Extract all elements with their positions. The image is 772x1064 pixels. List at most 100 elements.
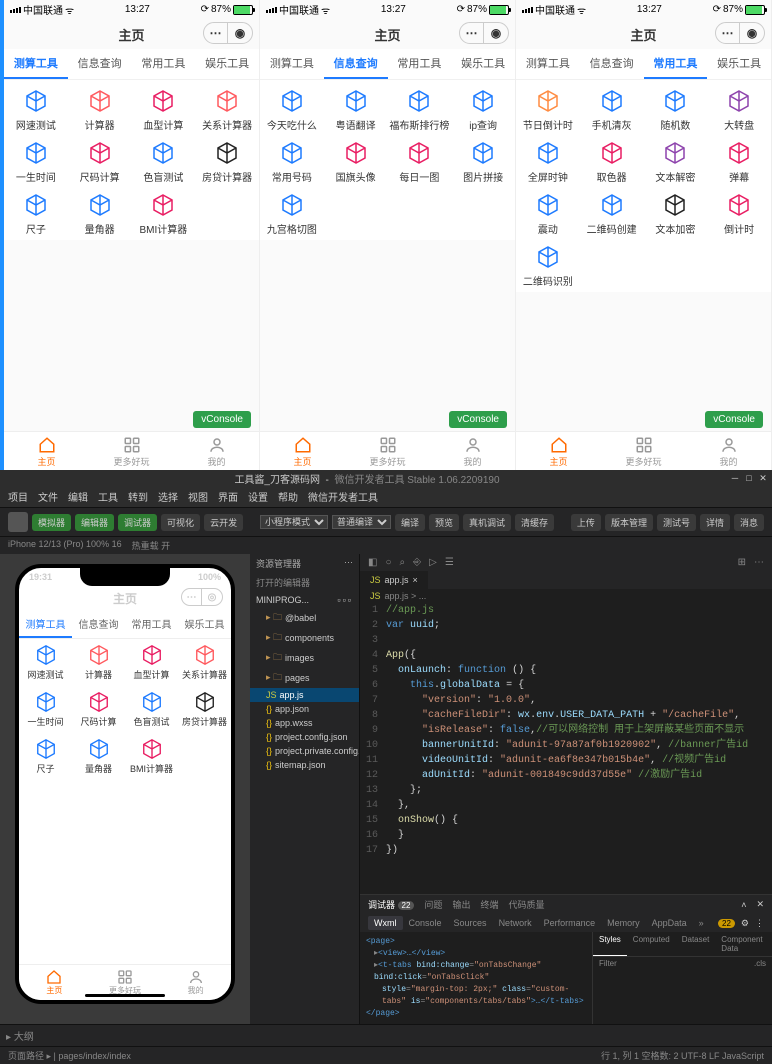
tool-版本管理[interactable]: 版本管理: [605, 514, 653, 531]
tool-云开发[interactable]: 云开发: [204, 514, 243, 531]
tool-cell[interactable]: BMI计算器: [132, 188, 196, 240]
styles-tab[interactable]: Component Data: [715, 932, 772, 956]
tabbar-item[interactable]: 我的: [686, 436, 771, 468]
tab-2[interactable]: 常用工具: [132, 49, 196, 79]
tool-上传[interactable]: 上传: [571, 514, 601, 531]
menu-设置[interactable]: 设置: [248, 489, 268, 504]
sim-tool-cell[interactable]: 网速测试: [19, 639, 72, 686]
tree-item[interactable]: ▸ 🗀components: [250, 628, 359, 648]
warning-badge[interactable]: 22: [718, 919, 735, 928]
menu-转到[interactable]: 转到: [128, 489, 148, 504]
tool-cell[interactable]: 房贷计算器: [195, 136, 259, 188]
icon[interactable]: ⌕: [400, 557, 406, 568]
tool-编辑器[interactable]: 编辑器: [75, 514, 114, 531]
tab-1[interactable]: 信息查询: [68, 49, 132, 79]
panel-close-icon[interactable]: ✕: [756, 899, 764, 910]
tool-cell[interactable]: 粤语翻译: [324, 84, 388, 136]
window-close[interactable]: ✕: [758, 473, 768, 483]
tool-cell[interactable]: 色盲测试: [132, 136, 196, 188]
vconsole-button[interactable]: vConsole: [705, 411, 763, 428]
sim-tabbar-item[interactable]: 更多好玩: [90, 969, 161, 996]
tool-cell[interactable]: 图片拼接: [451, 136, 515, 188]
icon[interactable]: ▷: [429, 557, 437, 568]
capsule[interactable]: ⋯◉: [459, 22, 509, 44]
menu-视图[interactable]: 视图: [188, 489, 208, 504]
tab-1[interactable]: 信息查询: [324, 49, 388, 79]
tabbar-item[interactable]: 我的: [174, 436, 259, 468]
tool-调试器[interactable]: 调试器: [118, 514, 157, 531]
sim-tool-cell[interactable]: 房贷计算器: [178, 686, 231, 733]
tab-2[interactable]: 常用工具: [388, 49, 452, 79]
wxml-tree[interactable]: <page> ▸<view>…</view> ▸<t-tabs bind:cha…: [360, 932, 592, 1024]
icon[interactable]: ⎆: [413, 557, 421, 568]
devtools-tab[interactable]: AppData: [646, 916, 693, 930]
sim-tabbar-item[interactable]: 主页: [19, 969, 90, 996]
outline-section[interactable]: ▸ 大纲: [0, 1024, 772, 1046]
sim-tool-cell[interactable]: 一生时间: [19, 686, 72, 733]
window-maximize[interactable]: □: [744, 473, 754, 483]
tool-清缓存[interactable]: 清缓存: [515, 514, 554, 531]
tool-cell[interactable]: 手机清灰: [580, 84, 644, 136]
styles-tab[interactable]: Dataset: [676, 932, 716, 956]
tool-cell[interactable]: 今天吃什么: [260, 84, 324, 136]
devtools-more[interactable]: »: [693, 916, 710, 930]
icon[interactable]: ☰: [445, 557, 454, 568]
avatar[interactable]: [8, 512, 28, 532]
sim-tabbar-item[interactable]: 我的: [160, 969, 231, 996]
sim-tab[interactable]: 测算工具: [19, 611, 72, 638]
styles-tab[interactable]: Styles: [593, 932, 627, 956]
menu-文件[interactable]: 文件: [38, 489, 58, 504]
tree-item[interactable]: {}app.json: [250, 702, 359, 716]
tabbar-item[interactable]: 主页: [4, 436, 89, 468]
tool-cell[interactable]: 国旗头像: [324, 136, 388, 188]
tabbar-item[interactable]: 更多好玩: [345, 436, 430, 468]
icon[interactable]: ○: [385, 557, 391, 568]
sim-tool-cell[interactable]: 计算器: [72, 639, 125, 686]
explorer-actions[interactable]: ▫▫▫: [337, 595, 353, 605]
editor-tab-app-js[interactable]: JS app.js ×: [360, 571, 428, 589]
tool-cell[interactable]: 尺子: [4, 188, 68, 240]
menu-微信开发者工具[interactable]: 微信开发者工具: [308, 489, 378, 504]
capsule-close-icon[interactable]: ◎: [202, 589, 222, 605]
tool-cell[interactable]: 九宫格切图: [260, 188, 324, 240]
tree-item[interactable]: {}project.private.config.js...: [250, 744, 359, 758]
sim-tab[interactable]: 信息查询: [72, 611, 125, 638]
explorer-more-icon[interactable]: ⋯: [344, 557, 353, 570]
debug-tab[interactable]: 问题: [424, 898, 442, 911]
sim-tool-cell[interactable]: 尺码计算: [72, 686, 125, 733]
tool-cell[interactable]: 关系计算器: [195, 84, 259, 136]
capsule[interactable]: ⋯◉: [715, 22, 765, 44]
tool-真机调试[interactable]: 真机调试: [463, 514, 511, 531]
devtools-tab[interactable]: Network: [493, 916, 538, 930]
devtools-tab[interactable]: Memory: [601, 916, 646, 930]
capsule-more-icon[interactable]: ⋯: [182, 589, 202, 605]
sim-tool-cell[interactable]: BMI计算器: [125, 733, 178, 780]
sim-tool-cell[interactable]: 量角器: [72, 733, 125, 780]
tab-0[interactable]: 测算工具: [516, 49, 580, 79]
tool-cell[interactable]: 全屏时钟: [516, 136, 580, 188]
tab-0[interactable]: 测算工具: [4, 49, 68, 79]
tool-cell[interactable]: 弹幕: [707, 136, 771, 188]
debug-tab[interactable]: 输出: [452, 898, 470, 911]
vconsole-button[interactable]: vConsole: [449, 411, 507, 428]
tabbar-item[interactable]: 主页: [260, 436, 345, 468]
capsule-target-icon[interactable]: ◉: [740, 23, 764, 43]
tabbar-item[interactable]: 主页: [516, 436, 601, 468]
menu-帮助[interactable]: 帮助: [278, 489, 298, 504]
capsule-target-icon[interactable]: ◉: [228, 23, 252, 43]
tree-item[interactable]: {}sitemap.json: [250, 758, 359, 772]
sim-tool-cell[interactable]: 尺子: [19, 733, 72, 780]
capsule-more-icon[interactable]: ⋯: [204, 23, 228, 43]
sim-tab[interactable]: 常用工具: [125, 611, 178, 638]
tree-item[interactable]: ▸ 🗀pages: [250, 668, 359, 688]
tool-cell[interactable]: 取色器: [580, 136, 644, 188]
devtools-tab[interactable]: Console: [403, 916, 448, 930]
sim-capsule[interactable]: ⋯◎: [181, 588, 223, 606]
tab-3[interactable]: 娱乐工具: [707, 49, 771, 79]
debug-tab[interactable]: 代码质量: [508, 898, 544, 911]
tab-2[interactable]: 常用工具: [644, 49, 708, 79]
panel-chevron-icon[interactable]: ˄: [741, 900, 746, 910]
devtools-tab[interactable]: Sources: [448, 916, 493, 930]
menu-工具[interactable]: 工具: [98, 489, 118, 504]
tool-cell[interactable]: 计算器: [68, 84, 132, 136]
